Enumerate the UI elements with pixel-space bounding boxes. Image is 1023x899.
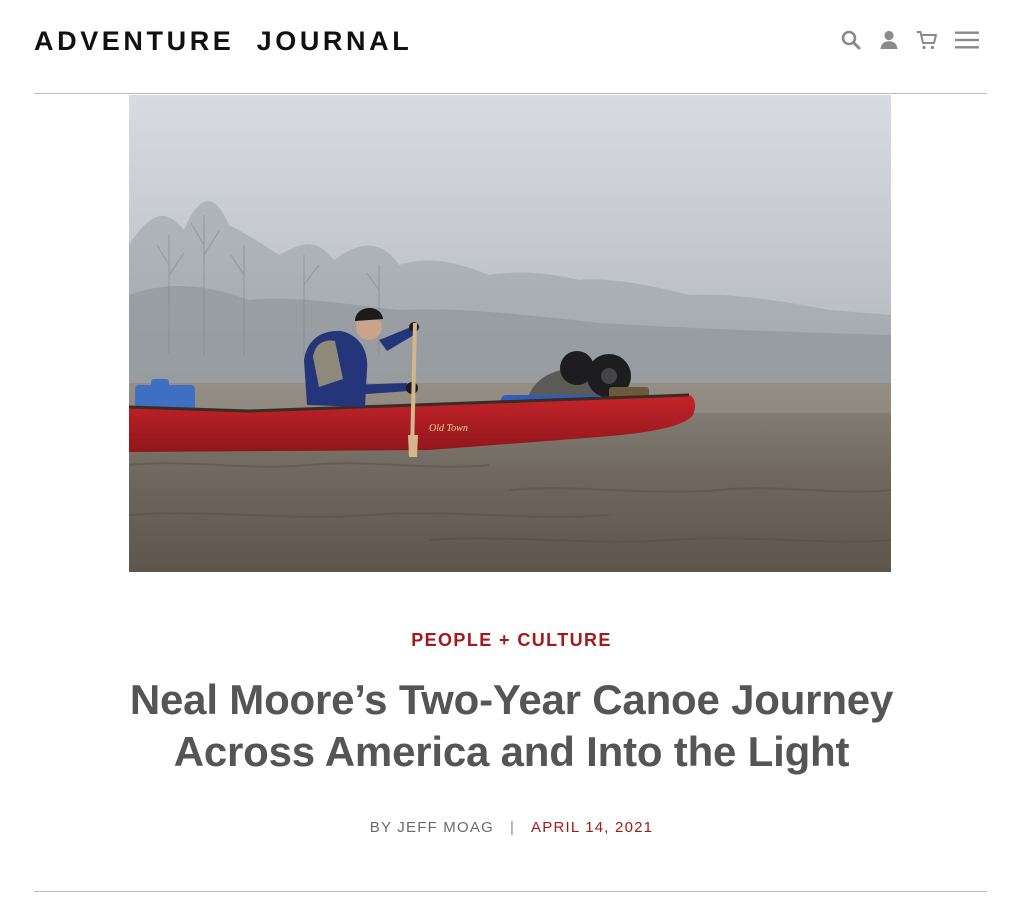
article-category[interactable]: PEOPLE + CULTURE xyxy=(0,629,1023,651)
page: ADVENTURE JOURNAL Old Town PEOPLE + CULT… xyxy=(0,0,1023,899)
account-icon[interactable] xyxy=(877,28,901,52)
hero-photo: Old Town xyxy=(129,95,891,572)
hero-image: Old Town xyxy=(129,95,891,572)
menu-icon[interactable] xyxy=(953,28,981,52)
canoe-brand: Old Town xyxy=(429,423,468,434)
divider xyxy=(34,891,987,892)
cart-icon[interactable] xyxy=(915,28,939,52)
site-logo[interactable]: ADVENTURE JOURNAL xyxy=(34,26,412,56)
header-actions xyxy=(839,28,981,52)
byline: BY JEFF MOAG | APRIL 14, 2021 xyxy=(0,818,1023,838)
article-date: APRIL 14, 2021 xyxy=(531,819,654,836)
search-icon[interactable] xyxy=(839,28,863,52)
article-title: Neal Moore’s Two-Year Canoe Journey Acro… xyxy=(129,676,894,775)
byline-separator: | xyxy=(509,819,516,836)
site-header: ADVENTURE JOURNAL xyxy=(34,0,987,94)
byline-author[interactable]: BY JEFF MOAG xyxy=(370,819,494,836)
